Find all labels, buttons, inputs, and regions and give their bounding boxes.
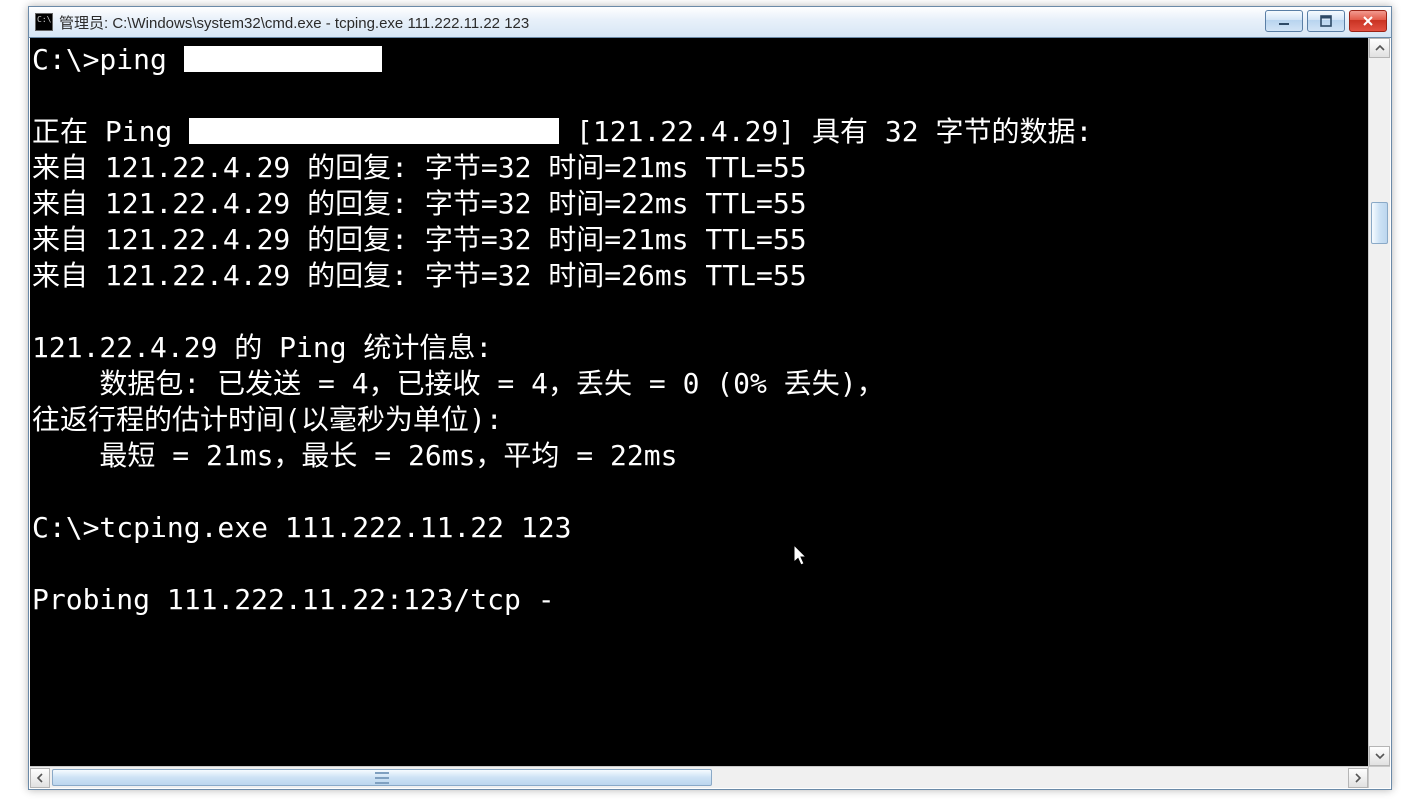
- maximize-button[interactable]: [1307, 10, 1345, 32]
- client-area: C:\>ping 正在 Ping [121.22.4.29] 具有 32 字节的…: [30, 38, 1390, 788]
- reply-line-1: 来自 121.22.4.29 的回复: 字节=32 时间=21ms TTL=55: [32, 151, 807, 184]
- probing-line: Probing 111.222.11.22:123/tcp -: [32, 583, 555, 616]
- chevron-right-icon: [1353, 773, 1363, 783]
- reply-line-2: 来自 121.22.4.29 的回复: 字节=32 时间=22ms TTL=55: [32, 187, 807, 220]
- scroll-corner: [1368, 766, 1390, 788]
- console-output: C:\>ping 正在 Ping [121.22.4.29] 具有 32 字节的…: [30, 38, 1368, 622]
- reply-line-4: 来自 121.22.4.29 的回复: 字节=32 时间=26ms TTL=55: [32, 259, 807, 292]
- vertical-scroll-thumb[interactable]: [1371, 202, 1388, 244]
- close-button[interactable]: [1349, 10, 1387, 32]
- window-controls: [1265, 10, 1387, 32]
- console-viewport[interactable]: C:\>ping 正在 Ping [121.22.4.29] 具有 32 字节的…: [30, 38, 1368, 766]
- chevron-up-icon: [1375, 43, 1385, 53]
- scroll-left-button[interactable]: [30, 768, 50, 788]
- scroll-up-button[interactable]: [1369, 38, 1390, 58]
- rtt-header: 往返行程的估计时间(以毫秒为单位):: [32, 403, 503, 436]
- horizontal-scroll-track[interactable]: [50, 768, 1348, 787]
- cmd-icon: [35, 13, 53, 31]
- thumb-grip-icon: [375, 772, 389, 784]
- close-icon: [1362, 15, 1374, 27]
- stats-header: 121.22.4.29 的 Ping 统计信息:: [32, 331, 492, 364]
- titlebar[interactable]: 管理员: C:\Windows\system32\cmd.exe - tcpin…: [29, 7, 1391, 38]
- prompt-line-1: C:\>ping: [32, 43, 184, 76]
- prompt-line-2: C:\>tcping.exe 111.222.11.22 123: [32, 511, 571, 544]
- redacted-hostname-1: [184, 46, 382, 72]
- minimize-icon: [1278, 15, 1290, 27]
- horizontal-scrollbar[interactable]: [30, 766, 1368, 788]
- packets-line: 数据包: 已发送 = 4，已接收 = 4，丢失 = 0 (0% 丢失)，: [32, 367, 885, 400]
- chevron-down-icon: [1375, 751, 1385, 761]
- scroll-right-button[interactable]: [1348, 768, 1368, 788]
- scroll-down-button[interactable]: [1369, 746, 1390, 766]
- rtt-values: 最短 = 21ms，最长 = 26ms，平均 = 22ms: [32, 439, 677, 472]
- vertical-scrollbar[interactable]: [1368, 38, 1390, 766]
- window-title: 管理员: C:\Windows\system32\cmd.exe - tcpin…: [59, 12, 529, 33]
- cmd-window: 管理员: C:\Windows\system32\cmd.exe - tcpin…: [28, 6, 1392, 790]
- pinging-prefix: 正在 Ping: [32, 115, 189, 148]
- vertical-scroll-track[interactable]: [1369, 58, 1390, 746]
- minimize-button[interactable]: [1265, 10, 1303, 32]
- maximize-icon: [1320, 15, 1332, 27]
- chevron-left-icon: [35, 773, 45, 783]
- horizontal-scroll-thumb[interactable]: [52, 769, 712, 786]
- pinging-suffix: [121.22.4.29] 具有 32 字节的数据:: [559, 115, 1092, 148]
- redacted-hostname-2: [189, 118, 559, 144]
- reply-line-3: 来自 121.22.4.29 的回复: 字节=32 时间=21ms TTL=55: [32, 223, 807, 256]
